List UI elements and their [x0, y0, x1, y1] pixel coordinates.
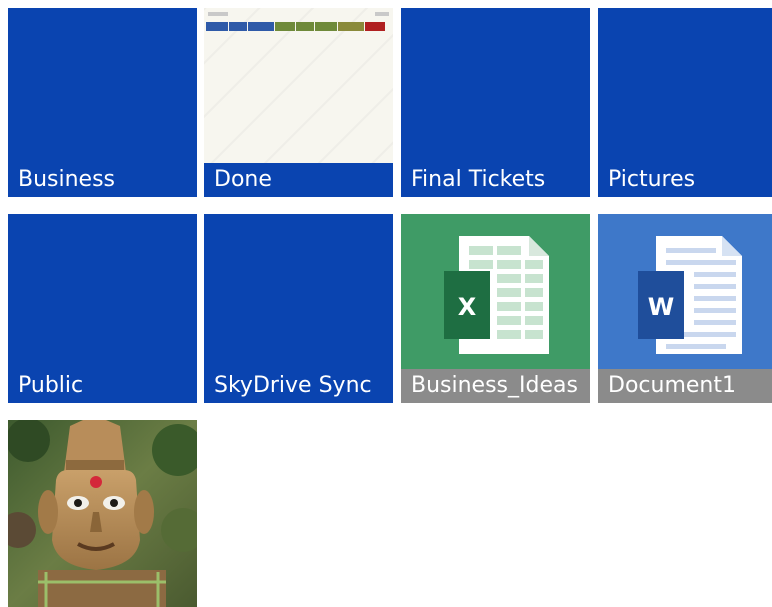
file-tile-document1[interactable]: W Document1: [598, 214, 772, 403]
excel-badge-letter: X: [458, 293, 477, 321]
statue-photo: [8, 420, 197, 607]
folder-tile-done[interactable]: Done: [204, 8, 393, 197]
tile-label: Pictures: [608, 167, 696, 192]
folder-tile-skydrive-sync[interactable]: SkyDrive Sync: [204, 214, 393, 403]
folder-tile-public[interactable]: Public: [8, 214, 197, 403]
tile-label: Document1: [598, 369, 772, 403]
folder-thumbnail-preview: [204, 8, 393, 163]
file-tile-business-ideas[interactable]: X Business_Ideas: [401, 214, 590, 403]
thumbnail-toolbar: [206, 22, 391, 31]
tile-label: Business_Ideas: [401, 369, 590, 403]
photo-tile[interactable]: [8, 420, 197, 607]
folder-tile-business[interactable]: Business: [8, 8, 197, 197]
tile-label: Done: [204, 163, 393, 197]
tile-label: SkyDrive Sync: [214, 373, 372, 398]
tile-label: Final Tickets: [411, 167, 546, 192]
word-badge-letter: W: [648, 293, 674, 321]
tile-label: Public: [18, 373, 84, 398]
folder-tile-final-tickets[interactable]: Final Tickets: [401, 8, 590, 197]
tile-label: Business: [18, 167, 116, 192]
folder-tile-pictures[interactable]: Pictures: [598, 8, 772, 197]
